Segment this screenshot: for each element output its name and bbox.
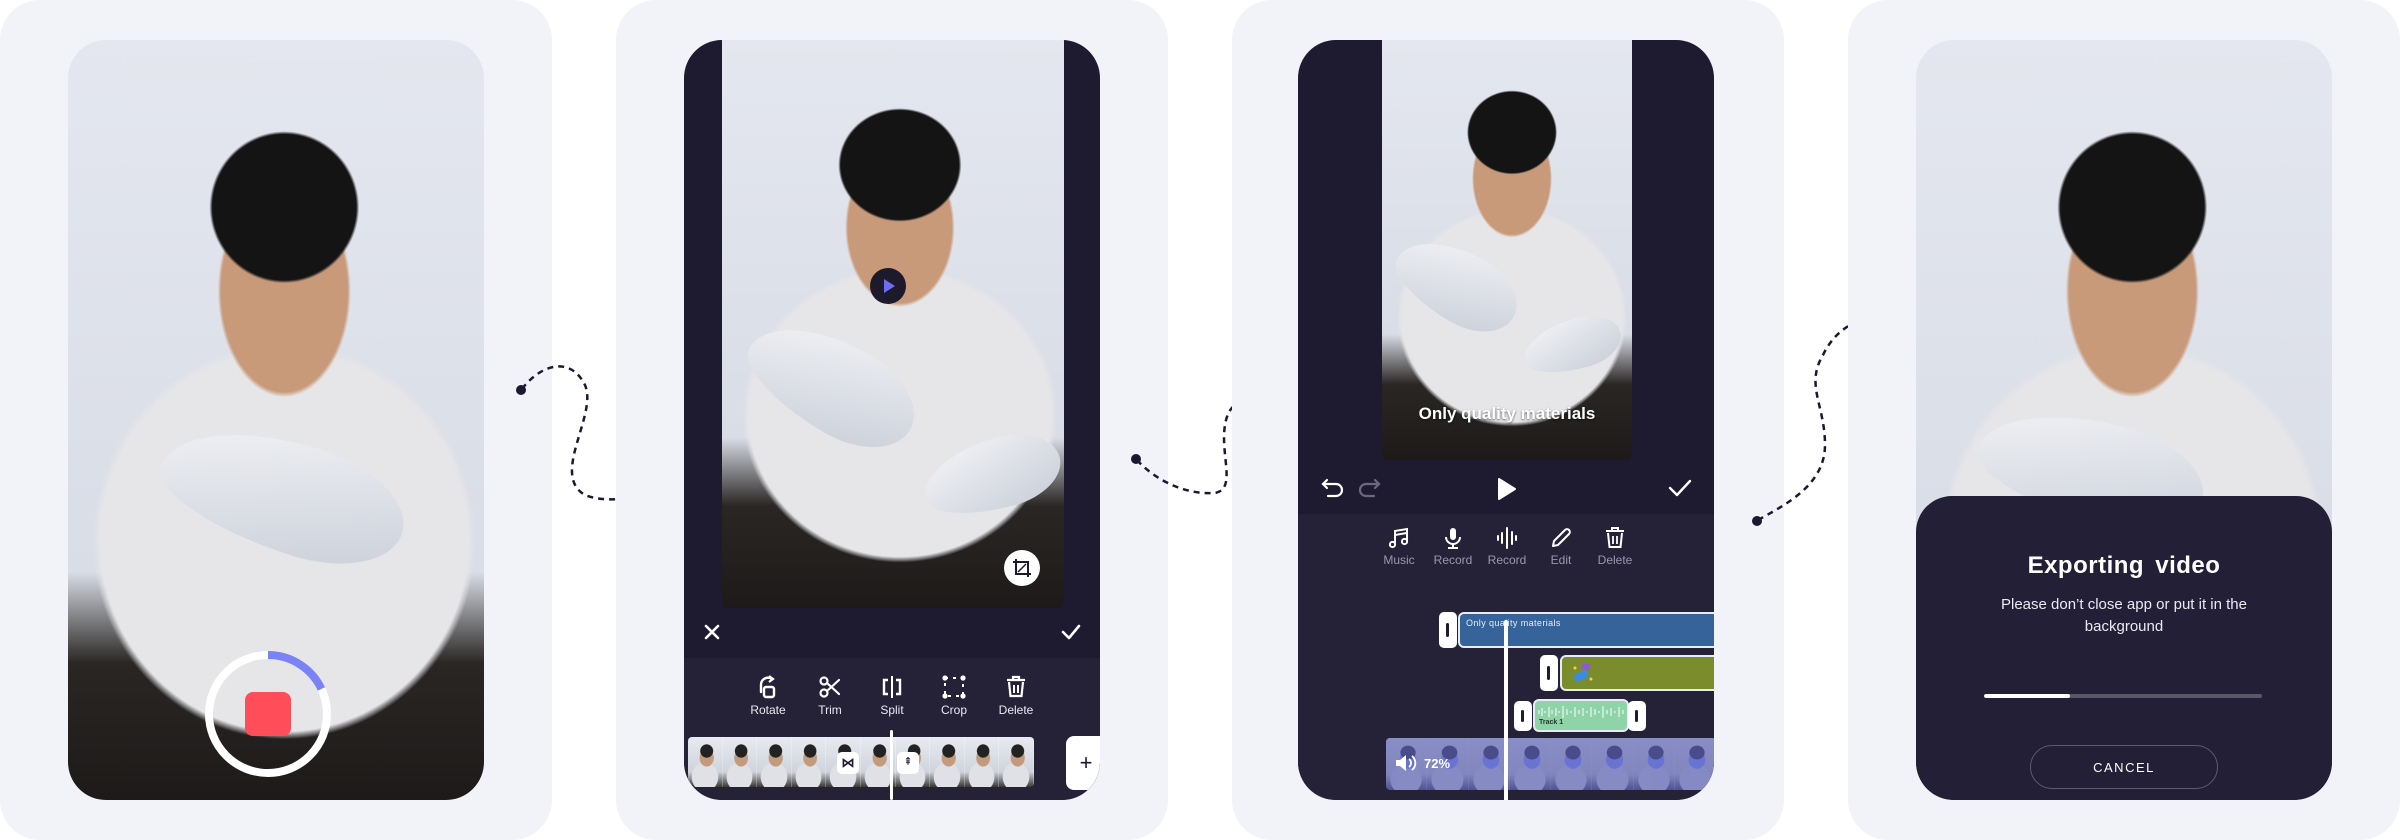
caption-overlay[interactable]: Only quality materials xyxy=(1382,404,1632,424)
undo-icon[interactable] xyxy=(1320,476,1346,500)
close-icon[interactable] xyxy=(702,622,722,642)
transition-button[interactable]: ⇞ xyxy=(897,752,919,774)
rotate-icon xyxy=(759,675,776,699)
tool-record-audio[interactable]: Record xyxy=(1480,526,1534,567)
sticker-icon xyxy=(1573,664,1593,682)
tool-label: Rotate xyxy=(750,703,786,717)
tool-label: Crop xyxy=(940,703,967,717)
tool-record-voice[interactable]: Record xyxy=(1426,526,1480,567)
card-edit: Rotate Trim Split Crop Delete ⋈ ⇞ + xyxy=(616,0,1168,840)
tool-label: Edit xyxy=(1550,553,1572,567)
edit-toolbar: Rotate Trim Split Crop Delete xyxy=(724,674,1060,717)
text-track-label: Only quality materials xyxy=(1466,618,1561,628)
confirm-check-icon[interactable] xyxy=(1666,476,1694,500)
card-timeline: Only quality materials Music Record Reco… xyxy=(1232,0,1784,840)
clip-frame xyxy=(722,737,758,787)
crop-icon xyxy=(942,675,966,699)
tool-label: Delete xyxy=(1597,553,1633,567)
record-screen xyxy=(68,40,484,800)
export-progress-fill xyxy=(1984,694,2071,698)
tool-label: Record xyxy=(1433,553,1473,567)
audio-toolbar: Music Record Record Edit Delete xyxy=(1372,526,1642,567)
pencil-icon xyxy=(1552,528,1571,547)
shoe-image xyxy=(1517,307,1627,383)
crop-icon xyxy=(1013,559,1031,577)
timeline-screen: Only quality materials Music Record Reco… xyxy=(1298,40,1714,800)
play-icon[interactable] xyxy=(1494,476,1518,502)
tool-delete[interactable]: Delete xyxy=(1588,526,1642,567)
add-clip-button[interactable]: + xyxy=(1066,736,1100,790)
export-title: Exporting video xyxy=(2027,552,2221,579)
waveform-icon xyxy=(1497,527,1517,549)
playhead[interactable] xyxy=(1504,620,1508,800)
export-screen: Exporting video Please don’t close app o… xyxy=(1916,40,2332,800)
microphone-icon xyxy=(1445,528,1461,549)
play-button[interactable] xyxy=(870,268,906,304)
transition-button[interactable]: ⋈ xyxy=(837,752,859,774)
tool-edit[interactable]: Edit xyxy=(1534,526,1588,567)
tool-rotate[interactable]: Rotate xyxy=(737,674,799,717)
trash-icon xyxy=(1606,527,1624,548)
tool-split[interactable]: Split xyxy=(861,674,923,717)
clip-frame xyxy=(999,737,1034,787)
card-record xyxy=(0,0,552,840)
volume-indicator[interactable]: 72% xyxy=(1394,754,1450,772)
audio-track-handle-left[interactable] xyxy=(1514,701,1532,731)
tool-label: Delete xyxy=(998,703,1034,717)
card-export: Exporting video Please don’t close app o… xyxy=(1848,0,2400,840)
edit-screen: Rotate Trim Split Crop Delete ⋈ ⇞ + xyxy=(684,40,1100,800)
tool-delete[interactable]: Delete xyxy=(985,674,1047,717)
trash-icon xyxy=(1007,675,1025,698)
sticker-track[interactable] xyxy=(1560,655,1714,691)
crop-toggle-button[interactable] xyxy=(1004,550,1040,586)
scissors-icon xyxy=(819,676,841,698)
shoe-image xyxy=(915,423,1064,527)
shoe-image xyxy=(147,404,419,586)
export-subtitle: Please don’t close app or put it in the … xyxy=(2001,596,2247,635)
tool-crop[interactable]: Crop xyxy=(923,674,985,717)
waveform-graphic xyxy=(1538,706,1624,718)
clip-frame xyxy=(688,737,723,787)
shoe-image xyxy=(731,301,933,469)
clip-frame xyxy=(791,737,827,787)
text-track-handle[interactable] xyxy=(1439,612,1457,648)
export-progress-bar xyxy=(1984,694,2262,698)
tool-label: Split xyxy=(880,703,904,717)
video-preview xyxy=(722,40,1064,608)
tool-label: Trim xyxy=(818,703,842,717)
redo-icon[interactable] xyxy=(1356,476,1382,500)
tool-music[interactable]: Music xyxy=(1372,526,1426,567)
audio-track-label: Track 1 xyxy=(1539,719,1564,726)
shoe-image xyxy=(1383,222,1531,348)
text-track[interactable]: Only quality materials xyxy=(1458,612,1714,648)
tool-label: Record xyxy=(1487,553,1527,567)
audio-track-handle-right[interactable] xyxy=(1628,701,1646,731)
clip-timeline[interactable] xyxy=(688,737,1034,787)
confirm-check-icon[interactable] xyxy=(1060,622,1082,642)
split-icon xyxy=(882,676,902,698)
export-dialog: Exporting video Please don’t close app o… xyxy=(1916,496,2332,800)
volume-label: 72% xyxy=(1424,755,1451,771)
clip-frame xyxy=(964,737,1000,787)
tool-label: Music xyxy=(1383,553,1415,567)
tool-trim[interactable]: Trim xyxy=(799,674,861,717)
play-icon xyxy=(884,279,895,293)
clip-frame xyxy=(757,737,792,787)
speaker-icon xyxy=(1396,755,1417,771)
video-preview: Only quality materials xyxy=(1382,40,1632,460)
cancel-button[interactable]: CANCEL xyxy=(2030,745,2218,789)
audio-track[interactable]: Track 1 xyxy=(1533,699,1629,732)
onboarding-flow: Rotate Trim Split Crop Delete ⋈ ⇞ + Only… xyxy=(0,0,2400,840)
playhead[interactable] xyxy=(890,730,893,800)
clip-frame xyxy=(930,737,965,787)
sticker-track-handle[interactable] xyxy=(1540,655,1558,691)
music-icon xyxy=(1388,527,1409,549)
stop-recording-button[interactable] xyxy=(245,692,291,736)
